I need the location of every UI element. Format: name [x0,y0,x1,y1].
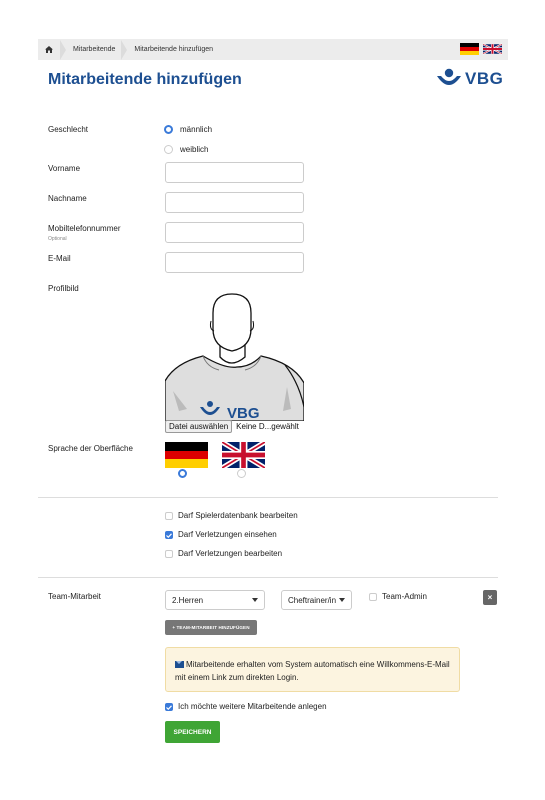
page-title: Mitarbeitende hinzufügen [48,71,242,88]
breadcrumb-separator [121,39,128,60]
add-team-membership-button[interactable]: + TEAM-MITARBEIT HINZUFÜGEN [165,620,257,635]
file-status-text: Keine D...gewählt [236,422,299,431]
info-alert-text: Mitarbeitende erhalten vom System automa… [175,660,450,682]
avatar-placeholder-icon [165,293,304,421]
info-alert: Mitarbeitende erhalten vom System automa… [165,647,460,692]
gender-radio-female[interactable] [164,145,173,154]
permission-checkbox-view-injuries[interactable] [165,531,173,539]
last-name-label: Nachname [48,194,87,203]
team-label: Team-Mitarbeit [48,592,101,601]
remove-team-button[interactable]: × [483,590,497,605]
mobile-optional-hint: Optional [48,236,67,242]
team-admin-checkbox[interactable] [369,593,377,601]
envelope-icon [175,661,184,668]
role-select-value: Cheftrainer/in [288,595,337,605]
uk-flag-icon[interactable] [483,43,502,55]
gender-option-male-label: männlich [180,125,213,134]
permission-label-edit-injuries: Darf Verletzungen bearbeiten [178,549,283,558]
add-more-checkbox[interactable] [165,703,173,711]
breadcrumb: Mitarbeitende Mitarbeitende hinzufügen [38,39,508,60]
first-name-label: Vorname [48,164,81,173]
divider [38,497,498,498]
email-label: E-Mail [48,254,71,263]
permission-checkbox-edit-injuries[interactable] [165,550,173,558]
email-input[interactable] [165,252,304,273]
logo-text: VBG [465,69,504,88]
permission-label-player-db: Darf Spielerdatenbank bearbeiten [178,511,298,520]
breadcrumb-item-mitarbeitende[interactable]: Mitarbeitende [73,46,115,53]
team-admin-label: Team-Admin [382,592,427,601]
german-flag-icon[interactable] [460,43,479,55]
choose-file-button[interactable]: Datei auswählen [165,420,233,433]
add-more-label: Ich möchte weitere Mitarbeitende anlegen [178,702,327,711]
gender-radio-male[interactable] [164,125,173,134]
permission-checkbox-player-db[interactable] [165,512,173,520]
role-select[interactable]: Cheftrainer/in [281,590,352,610]
first-name-input[interactable] [165,162,304,183]
save-button[interactable]: SPEICHERN [165,721,220,743]
uk-flag-icon[interactable] [222,442,265,468]
divider [38,577,498,578]
gender-label: Geschlecht [48,125,89,134]
breadcrumb-separator [60,39,66,60]
team-select-value: 2.Herren [172,595,204,605]
language-radio-de[interactable] [178,469,187,478]
profile-picture-label: Profilbild [48,284,79,293]
last-name-input[interactable] [165,192,304,213]
shirt-logo-text: VBG [227,405,260,421]
profile-picture-preview: VBG [165,291,304,421]
language-label: Sprache der Oberfläche [48,444,133,453]
mobile-label: Mobiltelefonnummer [48,224,121,233]
checkmark-icon [166,704,172,710]
german-flag-icon[interactable] [165,442,208,469]
permission-label-view-injuries: Darf Verletzungen einsehen [178,530,277,539]
file-input-row: Datei auswählen Keine D...gewählt [165,420,299,433]
vbg-logo: VBG [436,68,503,90]
chevron-down-icon [339,598,345,602]
chevron-down-icon [252,598,258,602]
breadcrumb-item-current: Mitarbeitende hinzufügen [134,46,214,53]
mobile-input[interactable] [165,222,304,243]
checkmark-icon [166,532,172,538]
home-icon[interactable] [44,45,54,55]
vbg-logo-icon [437,68,461,85]
gender-option-female-label: weiblich [180,145,209,154]
team-select[interactable]: 2.Herren [165,590,265,610]
language-radio-en[interactable] [237,469,246,478]
